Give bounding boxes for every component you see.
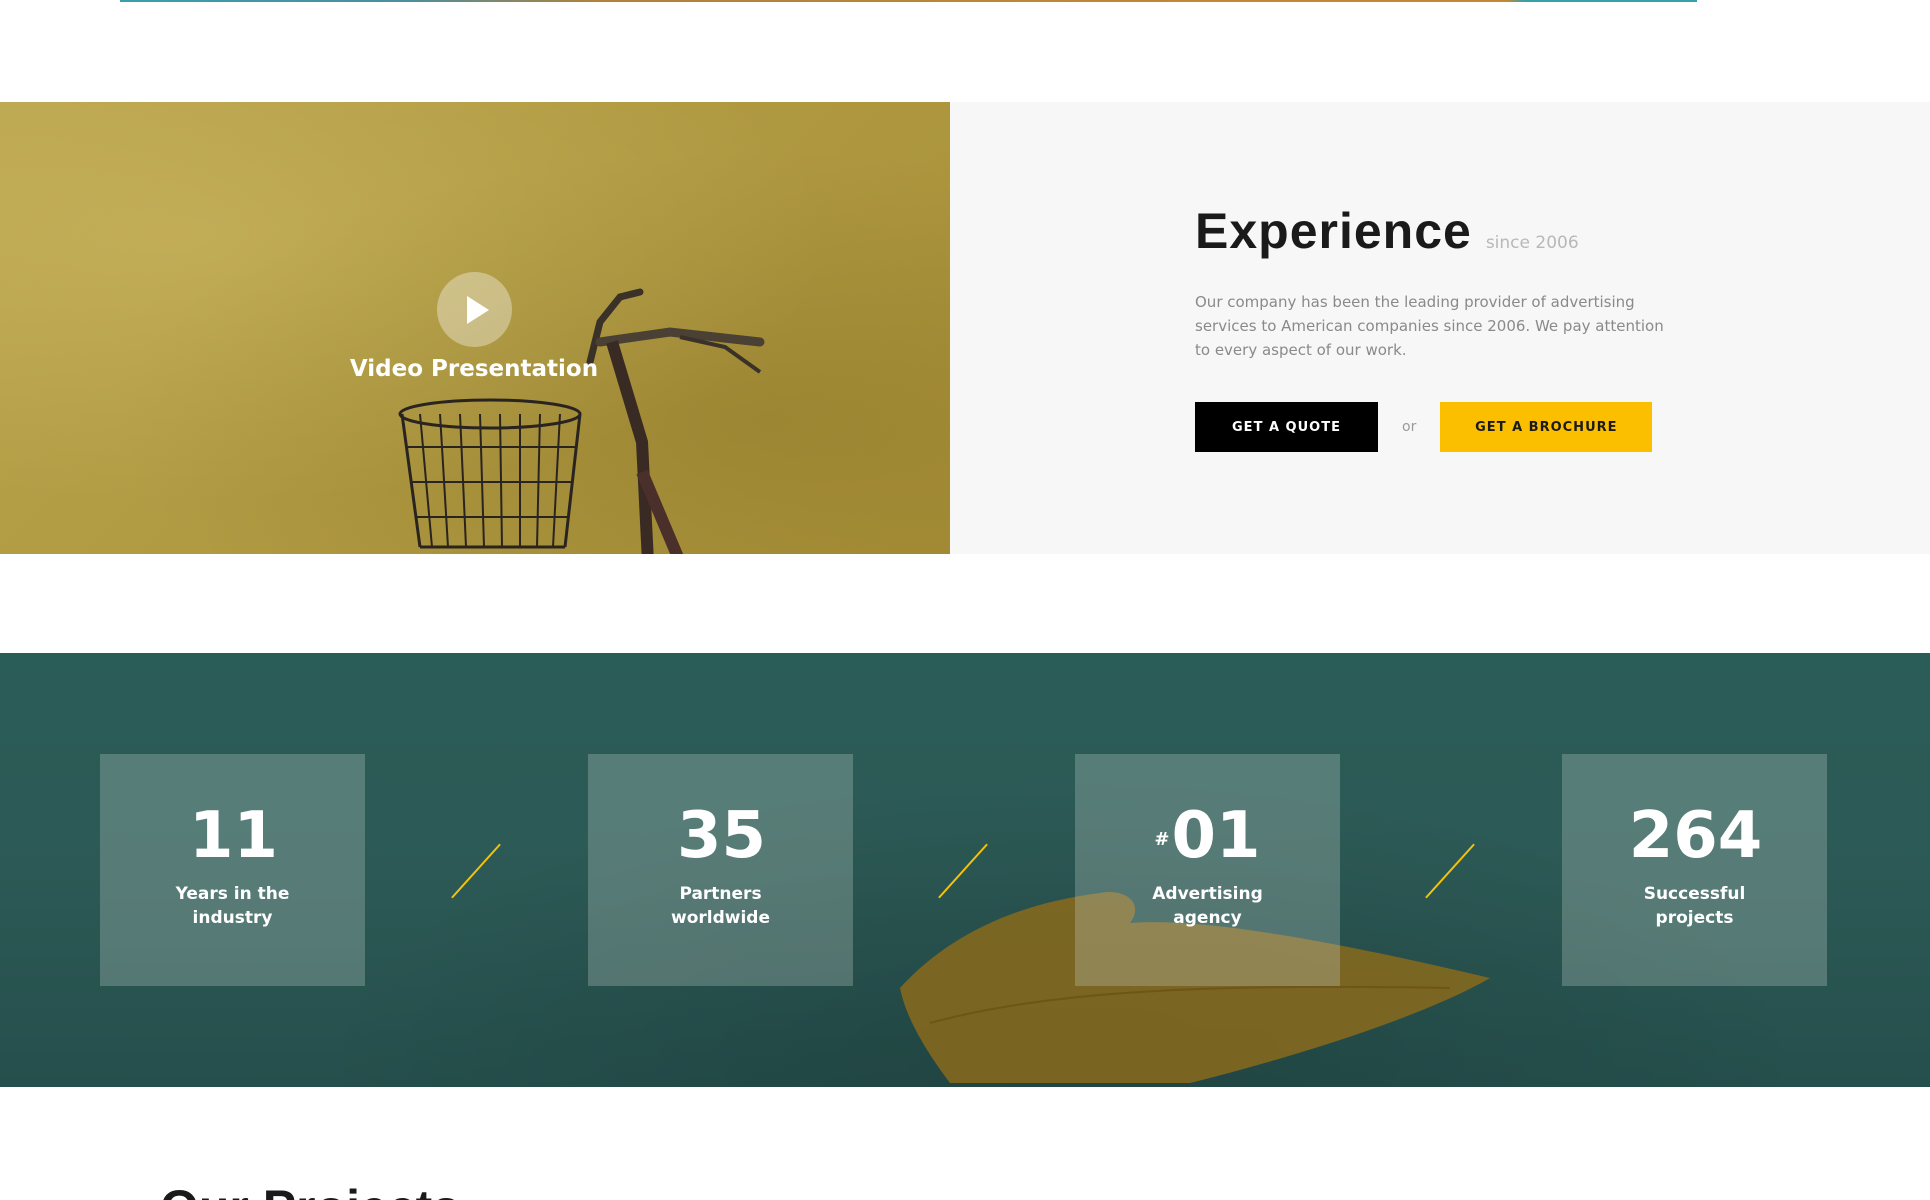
stat-value: 264 [1628, 799, 1763, 873]
our-projects-heading: Our Projects [160, 1183, 460, 1200]
stat-label: Years in the industry [175, 884, 290, 928]
top-image-edge [120, 0, 1697, 2]
play-button[interactable] [437, 272, 512, 347]
experience-title: Experience [1195, 203, 1472, 259]
stat-box-years: 11 Years in the industry [100, 754, 365, 986]
stat-number: 11 [100, 804, 365, 868]
or-separator: or [1402, 419, 1417, 435]
stat-label: Successful projects [1643, 884, 1746, 928]
experience-actions: GET A QUOTE or GET A BROCHURE [1195, 402, 1675, 452]
stat-box-projects: 264 Successful projects [1562, 754, 1827, 986]
experience-description: Our company has been the leading provide… [1195, 293, 1664, 359]
get-a-quote-button[interactable]: GET A QUOTE [1195, 402, 1378, 452]
stat-box-partners: 35 Partners worldwide [588, 754, 853, 986]
stat-box-agency: #01 Advertising agency [1075, 754, 1340, 986]
get-a-brochure-button[interactable]: GET A BROCHURE [1440, 402, 1653, 452]
stat-prefix: # [1154, 829, 1170, 850]
video-panel[interactable]: Video Presentation [0, 102, 950, 554]
stats-section: 11 Years in the industry 35 Partners wor… [0, 653, 1930, 1087]
stat-label: Partners worldwide [671, 884, 770, 928]
video-presentation-label: Video Presentation [349, 356, 599, 382]
stat-value: 01 [1171, 799, 1261, 873]
slash-divider [451, 843, 501, 899]
stat-number: 264 [1562, 804, 1827, 868]
experience-since: since 2006 [1485, 233, 1579, 253]
stat-label: Advertising agency [1152, 884, 1263, 928]
stat-value: 11 [188, 799, 279, 873]
play-icon [466, 295, 489, 324]
experience-section: Video Presentation Experience since 2006… [0, 102, 1930, 554]
page: Video Presentation Experience since 2006… [0, 0, 1930, 1200]
experience-title-row: Experience since 2006 [1195, 202, 1675, 260]
experience-content: Experience since 2006 Our company has be… [1195, 202, 1675, 452]
stat-number: #01 [1075, 804, 1340, 868]
stat-number: 35 [588, 804, 853, 868]
stat-value: 35 [676, 799, 767, 873]
